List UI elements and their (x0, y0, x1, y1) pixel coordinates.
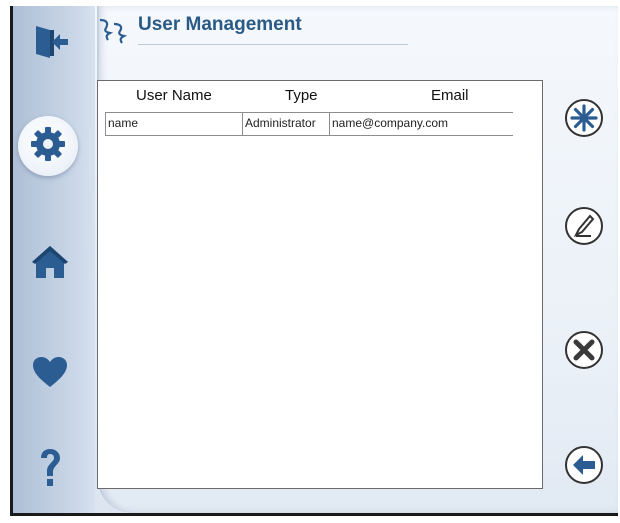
logout-door-icon (30, 22, 70, 67)
sidebar-item-settings[interactable] (18, 116, 78, 176)
column-header-user-name[interactable]: User Name (136, 87, 212, 104)
sidebar-item-home[interactable] (20, 234, 80, 294)
title-divider (138, 44, 408, 45)
cell-email: name@company.com (329, 113, 513, 135)
table-header: User Name Type Email (98, 87, 542, 107)
column-header-email[interactable]: Email (431, 87, 469, 104)
page-title: User Management (138, 14, 302, 35)
home-icon (30, 242, 70, 287)
x-delete-icon (563, 329, 605, 376)
pen-edit-icon (563, 205, 605, 252)
back-button[interactable] (562, 445, 606, 489)
users-table: User Name Type Email name Administrator … (97, 80, 543, 489)
add-user-button[interactable] (562, 98, 606, 142)
sidebar-item-help[interactable] (20, 440, 80, 500)
cell-user-name: name (105, 113, 242, 135)
asterisk-add-icon (563, 97, 605, 144)
logout-button[interactable] (20, 14, 80, 74)
heart-icon (31, 355, 69, 394)
page-header: User Management (96, 12, 408, 49)
edit-user-button[interactable] (562, 206, 606, 250)
sidebar-item-favorites[interactable] (20, 344, 80, 404)
gear-icon (29, 125, 67, 168)
table-row[interactable]: name Administrator name@company.com (105, 112, 513, 136)
question-mark-icon (35, 446, 65, 495)
column-header-type[interactable]: Type (285, 87, 318, 104)
cell-type: Administrator (242, 113, 329, 135)
users-glyph-icon (96, 16, 136, 49)
delete-user-button[interactable] (562, 330, 606, 374)
arrow-left-icon (563, 444, 605, 491)
